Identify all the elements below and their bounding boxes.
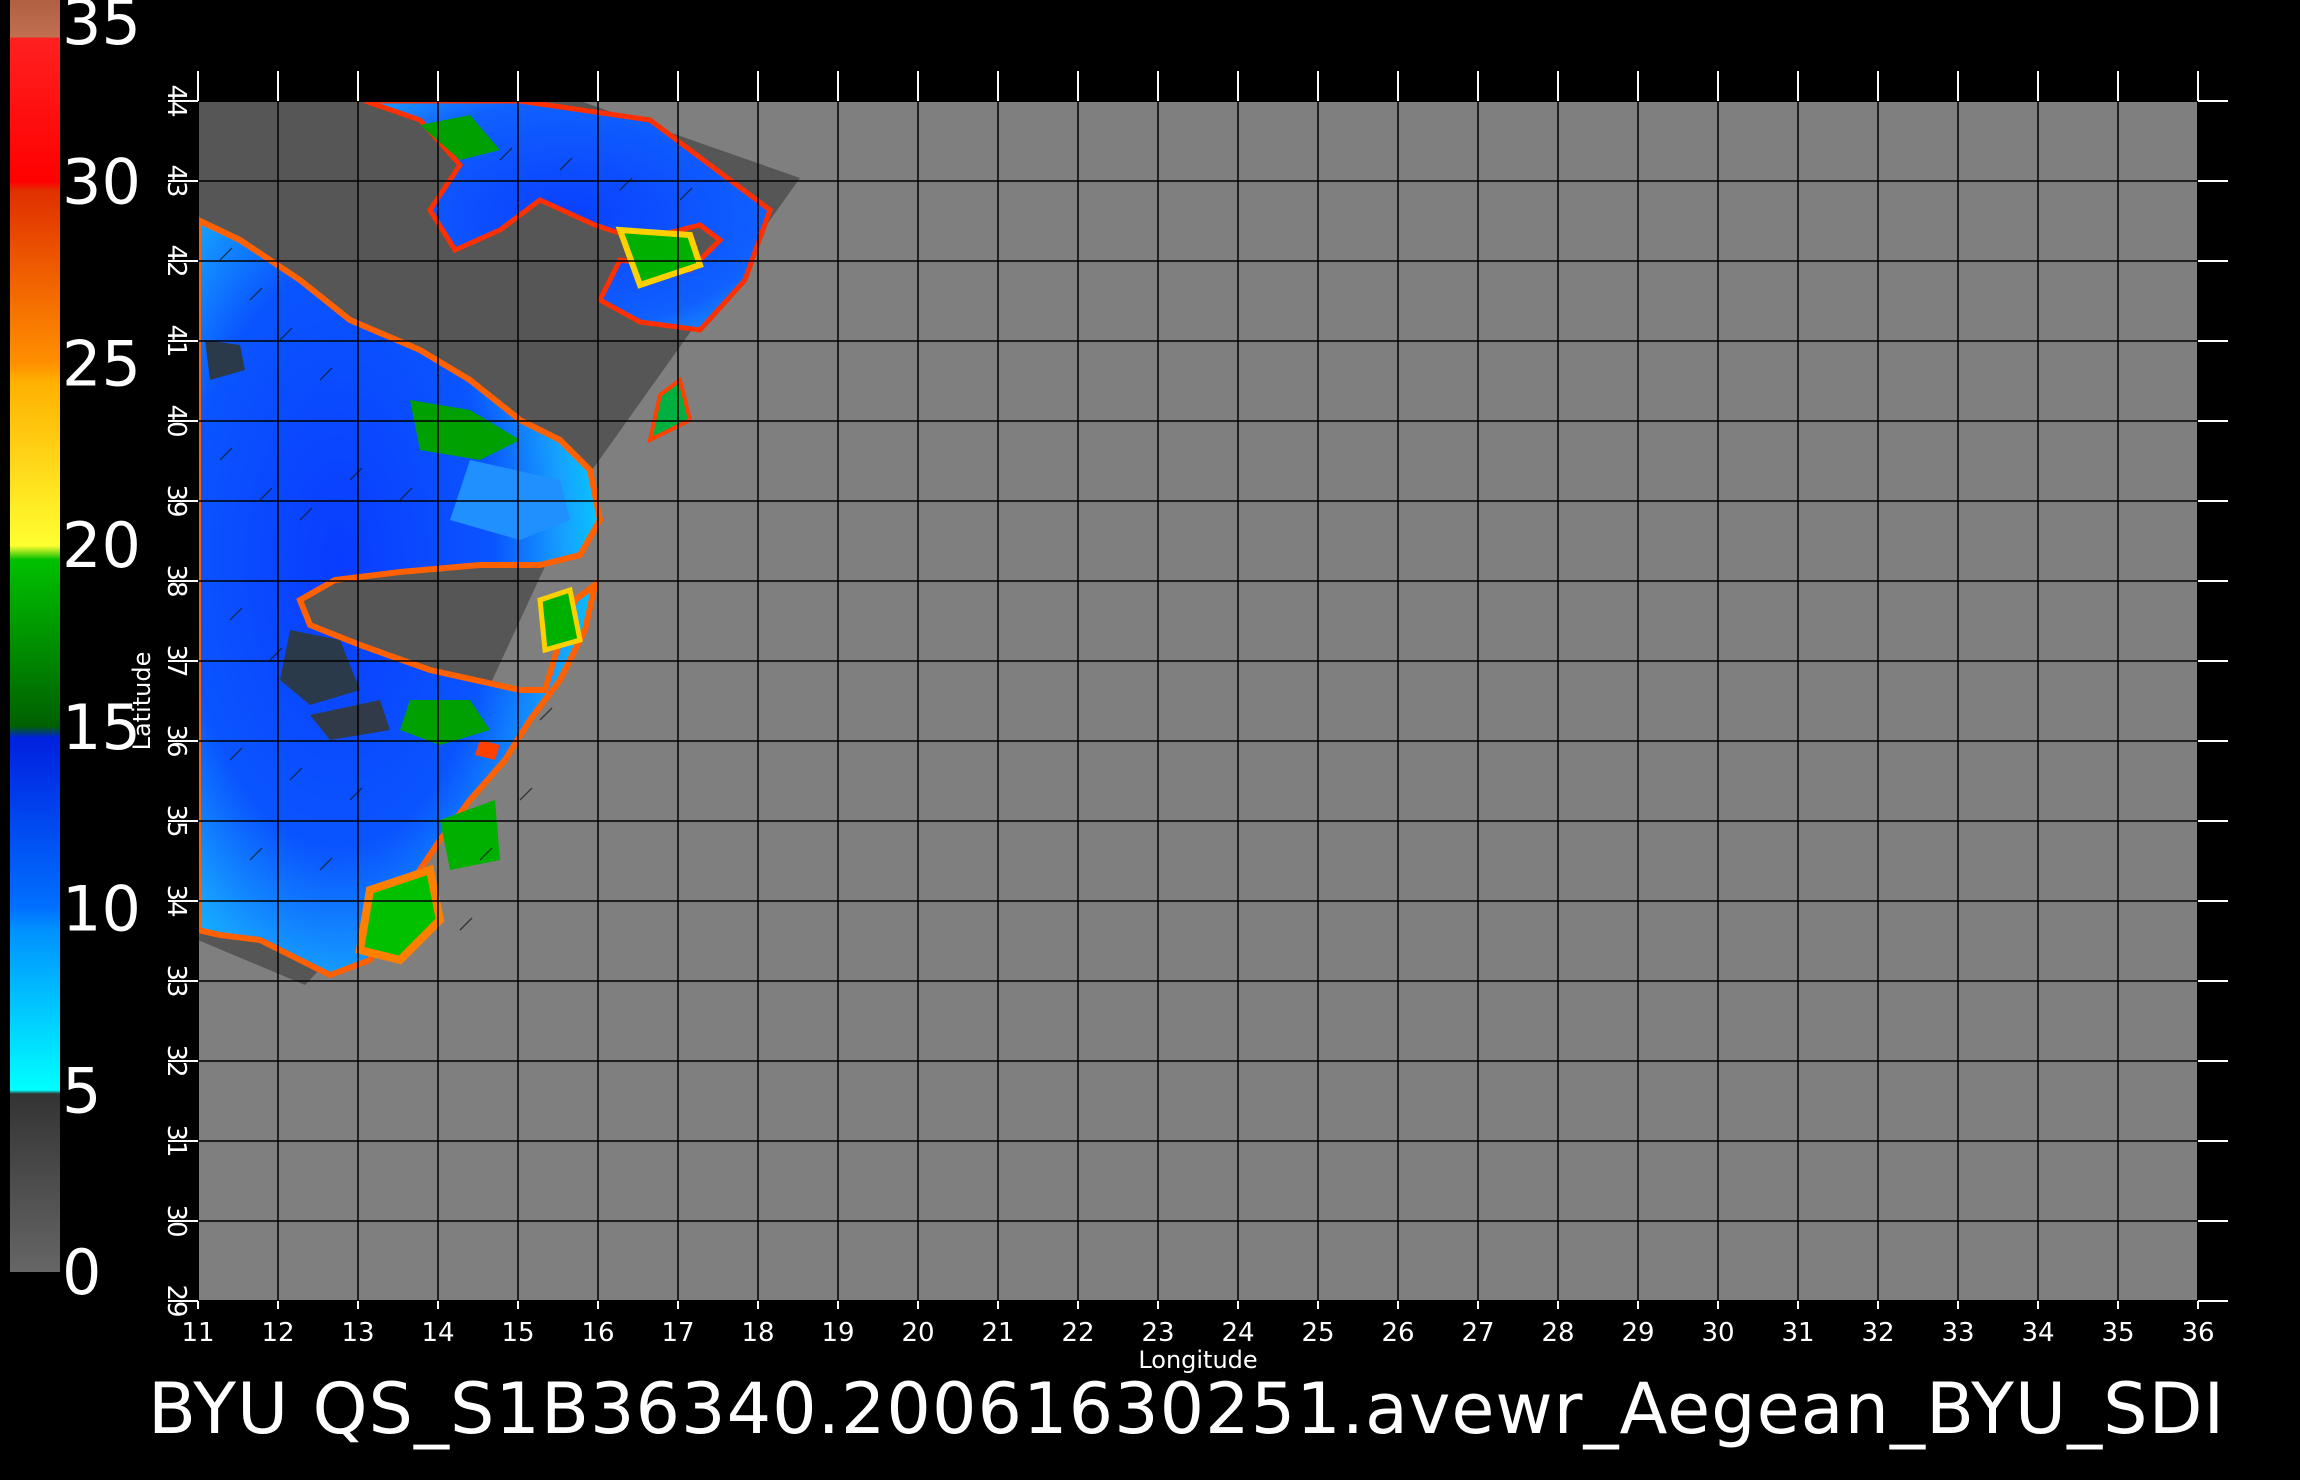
x-tick-label: 11 xyxy=(181,1318,214,1348)
x-tick-label: 17 xyxy=(661,1318,694,1348)
colorbar-label: 20 xyxy=(62,509,141,582)
y-tick-label: 37 xyxy=(161,644,191,677)
y-tick-label: 36 xyxy=(161,724,191,757)
colorbar-label: 25 xyxy=(62,327,141,400)
y-tick-label: 31 xyxy=(161,1124,191,1157)
x-tick-label: 16 xyxy=(581,1318,614,1348)
x-tick-label: 22 xyxy=(1061,1318,1094,1348)
x-tick-label: 27 xyxy=(1461,1318,1494,1348)
x-tick-label: 13 xyxy=(341,1318,374,1348)
y-tick-label: 40 xyxy=(161,404,191,437)
x-tick-labels: 11 12 13 14 15 16 17 18 19 20 21 22 23 24 25 26 27 28 29 30… xyxy=(181,1318,2214,1348)
x-tick-label: 23 xyxy=(1141,1318,1174,1348)
y-tick-label: 29 xyxy=(161,1284,191,1317)
y-tick-label: 34 xyxy=(161,884,191,917)
colorbar-label: 30 xyxy=(62,146,141,219)
colorbar-label: 5 xyxy=(62,1054,101,1127)
colorbar-label: 35 xyxy=(62,0,141,59)
x-tick-label: 30 xyxy=(1701,1318,1734,1348)
colorbar xyxy=(10,0,60,1272)
wind-map: 0 5 10 15 20 25 30 35 11 12 13 14 15 16 17 18 1… xyxy=(10,0,2228,1374)
x-tick-label: 31 xyxy=(1781,1318,1814,1348)
colorbar-label: 0 xyxy=(62,1236,101,1309)
colorbar-label: 10 xyxy=(62,873,141,946)
x-tick-label: 34 xyxy=(2021,1318,2054,1348)
y-tick-label: 35 xyxy=(161,804,191,837)
y-axis-label: Latitude xyxy=(128,652,156,751)
x-tick-label: 29 xyxy=(1621,1318,1654,1348)
x-tick-label: 28 xyxy=(1541,1318,1574,1348)
x-tick-label: 26 xyxy=(1381,1318,1414,1348)
x-tick-label: 19 xyxy=(821,1318,854,1348)
x-tick-label: 33 xyxy=(1941,1318,1974,1348)
x-tick-label: 25 xyxy=(1301,1318,1334,1348)
y-tick-label: 43 xyxy=(161,164,191,197)
x-tick-label: 35 xyxy=(2101,1318,2134,1348)
x-tick-label: 24 xyxy=(1221,1318,1254,1348)
y-tick-label: 39 xyxy=(161,484,191,517)
y-tick-label: 30 xyxy=(161,1204,191,1237)
x-tick-label: 21 xyxy=(981,1318,1014,1348)
x-tick-label: 15 xyxy=(501,1318,534,1348)
y-tick-labels: 29 30 31 32 33 34 35 36 37 38 39 40 41 42 43 44 xyxy=(161,84,191,1317)
y-tick-label: 38 xyxy=(161,564,191,597)
x-tick-label: 32 xyxy=(1861,1318,1894,1348)
y-tick-label: 44 xyxy=(161,84,191,117)
x-tick-label: 18 xyxy=(741,1318,774,1348)
x-tick-label: 36 xyxy=(2181,1318,2214,1348)
y-tick-label: 32 xyxy=(161,1044,191,1077)
y-tick-label: 42 xyxy=(161,244,191,277)
y-tick-label: 33 xyxy=(161,964,191,997)
y-tick-label: 41 xyxy=(161,324,191,357)
x-tick-label: 12 xyxy=(261,1318,294,1348)
x-tick-label: 14 xyxy=(421,1318,454,1348)
map-caption: BYU QS_S1B36340.20061630251.avewr_Aegean… xyxy=(148,1368,2226,1450)
x-tick-label: 20 xyxy=(901,1318,934,1348)
